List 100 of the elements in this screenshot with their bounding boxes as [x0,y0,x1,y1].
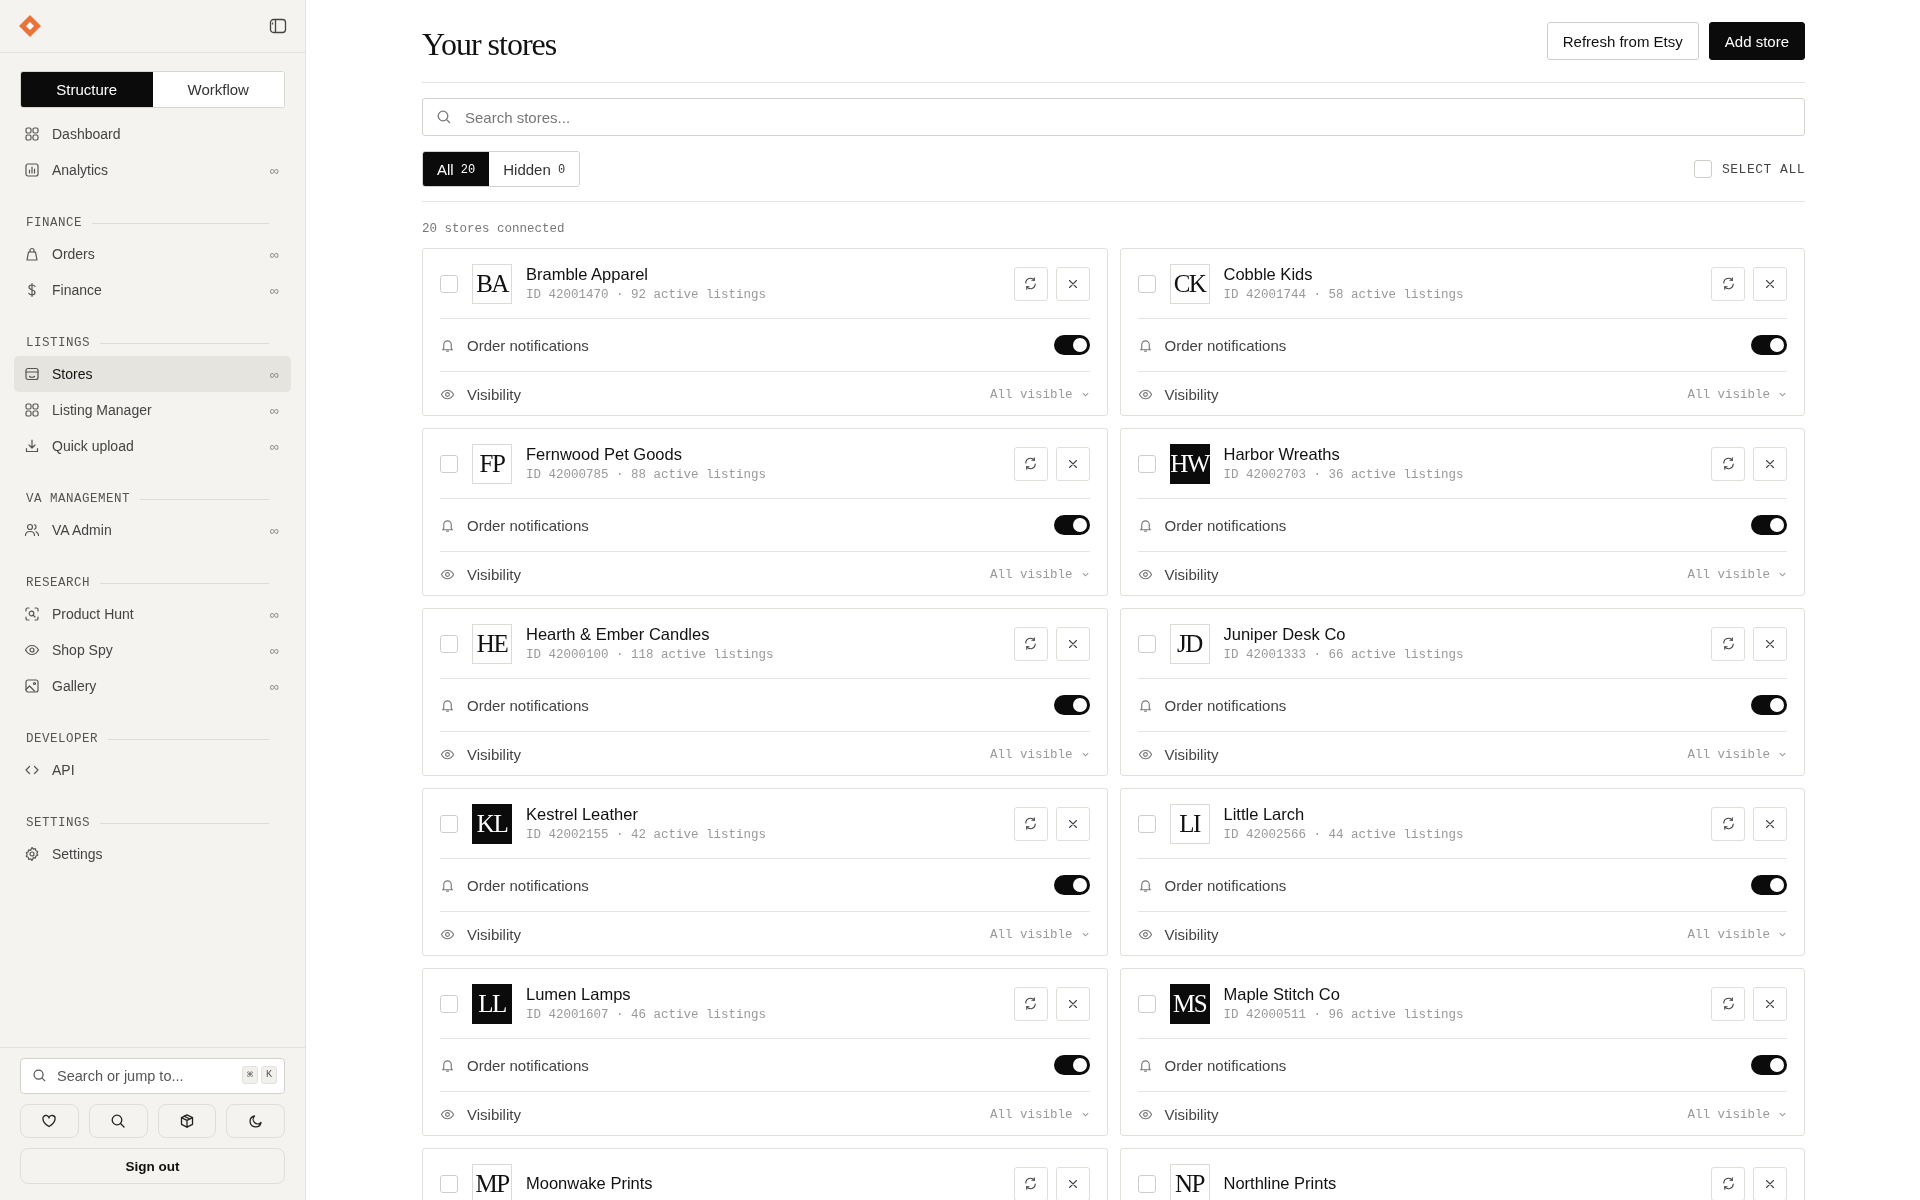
checkbox[interactable] [1137,274,1156,293]
refresh-button[interactable] [1013,626,1048,661]
store-logo: FP [472,443,512,484]
search-field[interactable]: Search stores... [422,98,1805,136]
row-label: Order notifications [467,516,590,534]
store-meta: ID 42002155 · 42 active listings [526,828,768,842]
refresh-icon [1023,816,1038,831]
store-name: Juniper Desk Co [1223,625,1347,644]
refresh-button[interactable] [1013,446,1048,481]
row-label: Visibility [467,566,522,583]
sign-out-button[interactable]: Sign out [20,1148,285,1184]
store-logo: LI [1169,803,1210,844]
bell-icon [1137,517,1153,533]
add-store-button[interactable]: Add store [1708,22,1805,60]
store-count: 20 stores connected [422,222,566,236]
store-logo: NP [1169,1163,1210,1200]
toggle-switch[interactable] [1053,335,1090,355]
nav-item[interactable]: Analytics ∞ [14,152,291,188]
refresh-button[interactable] [1711,986,1745,1021]
checkbox[interactable] [440,994,458,1013]
refresh-button[interactable] [1013,806,1048,841]
refresh-button[interactable] [1711,446,1745,481]
nav-item[interactable]: Dashboard [14,116,291,152]
eye-icon [440,747,455,762]
chevron-down-icon [1080,390,1090,399]
refresh-button[interactable] [1711,1166,1745,1200]
nav-item[interactable]: VA Admin ∞ [14,512,291,548]
checkbox[interactable] [440,454,458,473]
toggle-switch[interactable] [1751,875,1787,895]
search-icon [110,1113,127,1129]
store-name: Maple Stitch Co [1223,985,1341,1004]
store-meta: ID 42001744 · 58 active listings [1223,288,1465,302]
checkbox[interactable] [1137,814,1156,833]
toggle-switch[interactable] [1053,515,1090,535]
eye-icon [440,567,455,582]
toggle-switch[interactable] [1751,1055,1787,1075]
nav-item[interactable]: Quick upload ∞ [14,428,291,464]
nav-item[interactable]: Settings [14,836,291,872]
bell-icon [1137,877,1153,893]
section-heading: DEVELOPER [26,732,98,746]
toggle-switch[interactable] [1751,515,1787,535]
search-button[interactable] [88,1104,148,1138]
store-logo: JD [1169,623,1210,664]
checkbox[interactable] [1137,454,1156,473]
toggle-switch[interactable] [1751,695,1787,715]
chevron-down-icon [1080,930,1090,939]
checkbox[interactable] [1137,1174,1156,1193]
refresh-button[interactable] [1013,266,1048,301]
store-name: Lumen Lamps [526,985,632,1004]
refresh-button[interactable] [1711,806,1745,841]
row-label: Visibility [467,926,522,943]
checkbox[interactable] [1137,634,1156,653]
eye-icon [24,642,40,658]
store-meta: ID 42002566 · 44 active listings [1223,828,1465,842]
checkbox[interactable] [440,814,458,833]
toggle-switch[interactable] [1053,1055,1090,1075]
nav-item[interactable]: Finance ∞ [14,272,291,308]
sidebar-toggle-icon[interactable] [269,17,287,35]
bag-icon [24,246,40,262]
checkbox[interactable] [1137,994,1156,1013]
refresh-button[interactable] [1711,266,1745,301]
heart-button[interactable] [20,1104,79,1138]
refresh-button[interactable] [1711,626,1745,661]
toggle-switch[interactable] [1053,875,1090,895]
nav-item[interactable]: Stores ∞ [14,356,291,392]
refresh-icon [1023,276,1038,291]
scan-icon [24,606,40,622]
chevron-down-icon [1080,570,1090,579]
nav-item[interactable]: Shop Spy ∞ [14,632,291,668]
infinity-symbol: ∞ [269,246,279,262]
nav-item[interactable]: Listing Manager ∞ [14,392,291,428]
mode-tab[interactable]: Structure [21,72,153,107]
moon-icon [247,1113,264,1129]
box-button[interactable] [157,1104,217,1138]
nav-item[interactable]: Gallery ∞ [14,668,291,704]
checkbox[interactable] [440,634,458,653]
select-all-label[interactable]: SELECT ALL [1722,161,1805,177]
bell-icon [440,337,455,353]
bell-icon [1137,337,1153,353]
refresh-button[interactable]: Refresh from Etsy [1546,22,1699,60]
store-meta: ID 42000511 · 96 active listings [1223,1008,1465,1022]
store-logo: MP [472,1163,512,1200]
refresh-button[interactable] [1013,986,1048,1021]
checkbox[interactable] [440,1174,458,1193]
checkbox[interactable] [440,274,458,293]
infinity-symbol: ∞ [269,282,279,298]
moon-button[interactable] [226,1104,285,1138]
row-label: Order notifications [1164,336,1288,354]
row-label: Visibility [467,746,522,763]
image-icon [24,678,40,694]
nav-item[interactable]: Orders ∞ [14,236,291,272]
nav-item[interactable]: API [14,752,291,788]
store-meta: ID 42002703 · 36 active listings [1223,468,1465,482]
checkbox[interactable] [1694,160,1712,178]
bell-icon [1137,697,1153,713]
eye-icon [440,1107,455,1122]
toggle-switch[interactable] [1053,695,1090,715]
nav-item[interactable]: Product Hunt ∞ [14,596,291,632]
refresh-button[interactable] [1013,1166,1048,1200]
toggle-switch[interactable] [1751,335,1787,355]
